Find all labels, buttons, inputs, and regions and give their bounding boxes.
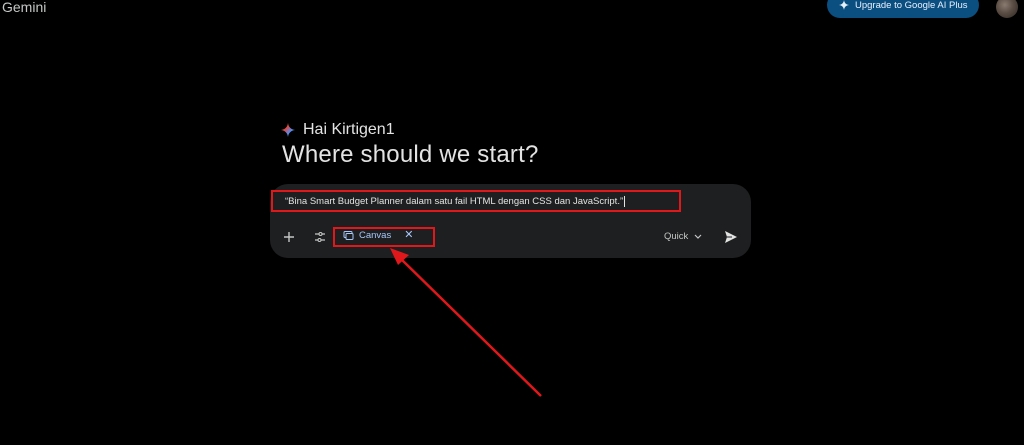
prompt-text: “Bina Smart Budget Planner dalam satu fa… bbox=[285, 195, 624, 207]
prompt-input[interactable]: “Bina Smart Budget Planner dalam satu fa… bbox=[271, 190, 681, 212]
page-title: Where should we start? bbox=[282, 141, 539, 168]
canvas-icon bbox=[343, 231, 354, 240]
greeting: Hai Kirtigen1 bbox=[281, 121, 395, 139]
mode-label: Quick bbox=[664, 231, 689, 242]
close-icon[interactable]: ✕ bbox=[404, 230, 413, 241]
add-button[interactable] bbox=[281, 229, 297, 245]
send-button[interactable] bbox=[723, 229, 739, 245]
upgrade-label: Upgrade to Google AI Plus bbox=[855, 0, 968, 11]
canvas-chip[interactable]: Canvas ✕ bbox=[343, 230, 413, 241]
app-title: Gemini bbox=[2, 0, 47, 15]
plus-icon bbox=[284, 232, 294, 242]
chevron-down-icon bbox=[694, 234, 702, 239]
tools-button[interactable] bbox=[312, 229, 328, 245]
greeting-text: Hai Kirtigen1 bbox=[303, 121, 395, 138]
gemini-sparkle-icon bbox=[281, 123, 295, 137]
mode-select[interactable]: Quick bbox=[664, 231, 702, 242]
canvas-chip-label: Canvas bbox=[359, 230, 392, 241]
sparkle-icon bbox=[839, 0, 849, 10]
avatar[interactable] bbox=[996, 0, 1018, 18]
send-icon bbox=[725, 231, 737, 243]
text-caret bbox=[624, 195, 626, 207]
upgrade-button[interactable]: Upgrade to Google AI Plus bbox=[827, 0, 979, 18]
tune-icon bbox=[315, 231, 325, 243]
